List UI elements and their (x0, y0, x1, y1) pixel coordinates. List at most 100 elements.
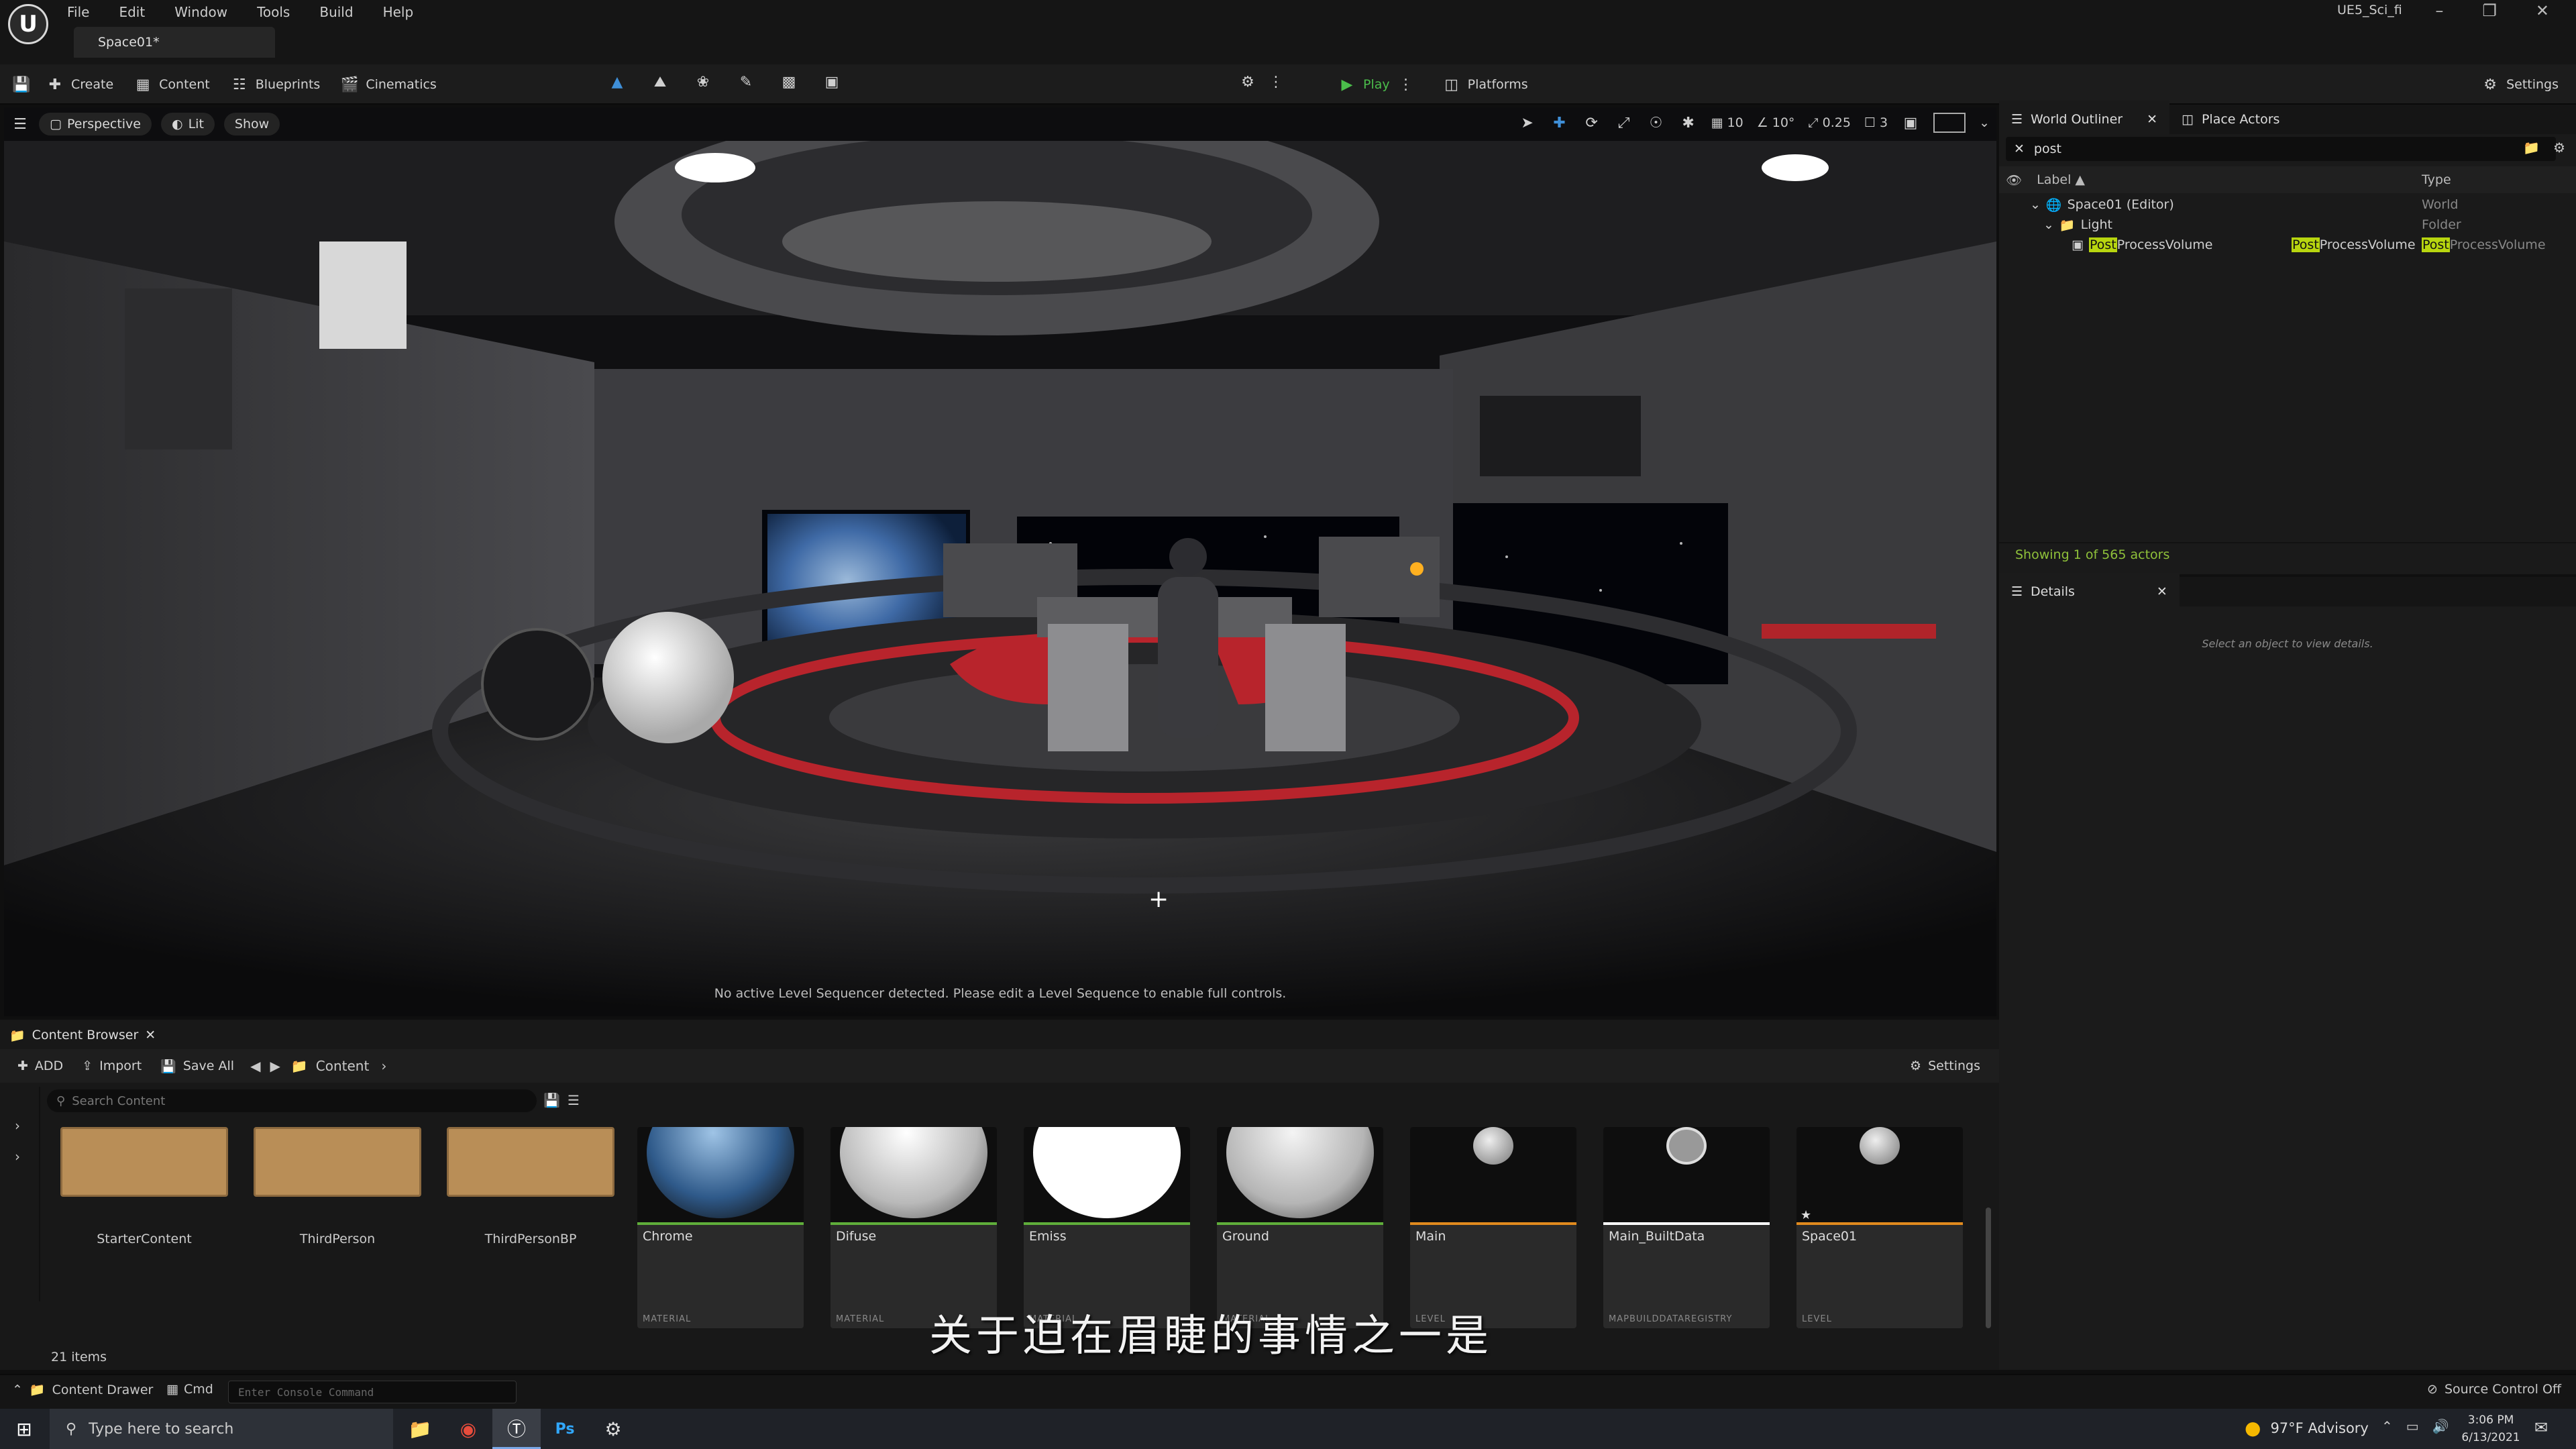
asset-tile[interactable]: Difuse MATERIAL (830, 1127, 997, 1328)
import-button[interactable]: ⇪ Import (76, 1053, 147, 1079)
console-input[interactable]: Enter Console Command (228, 1381, 517, 1403)
visibility-icon[interactable]: 👁 (2006, 172, 2022, 188)
expand-icon[interactable]: ⌄ (2030, 197, 2041, 212)
brush-mode-icon[interactable]: ✎ (737, 72, 755, 91)
notifications-icon[interactable]: ✉ (2534, 1418, 2548, 1437)
breadcrumb-content[interactable]: Content (316, 1058, 370, 1074)
chevron-right-icon[interactable]: › (15, 1148, 39, 1165)
folder-item[interactable]: StarterContent (60, 1127, 228, 1246)
close-tab-icon[interactable]: ✕ (2157, 584, 2167, 599)
menu-build[interactable]: Build (319, 4, 353, 20)
settings-button[interactable]: ⚙ Settings (2475, 71, 2564, 98)
tab-details[interactable]: ☰ Details ✕ (1999, 573, 2180, 610)
sources-collapsed[interactable]: › › (0, 1087, 40, 1301)
landscape-mode-icon[interactable]: ⛰ (651, 72, 669, 91)
asset-tile[interactable]: Emiss MATERIAL (1024, 1127, 1190, 1328)
layout-icon[interactable] (1933, 113, 1966, 133)
close-icon[interactable]: ✕ (2536, 1, 2549, 20)
asset-tile[interactable]: ★ Space01 LEVEL (1796, 1127, 1963, 1328)
asset-tile[interactable]: Main LEVEL (1410, 1127, 1576, 1328)
menu-tools[interactable]: Tools (257, 4, 290, 20)
maximize-viewport-icon[interactable]: ▣ (1901, 113, 1920, 132)
show-button[interactable]: Show (223, 113, 280, 136)
network-icon[interactable]: ▭ (2406, 1418, 2419, 1434)
minimize-icon[interactable]: – (2435, 1, 2443, 20)
tray-chevron-icon[interactable]: ⌃ (2381, 1418, 2393, 1434)
surface-snap-icon[interactable]: ✱ (1679, 113, 1698, 132)
foliage-mode-icon[interactable]: ❀ (694, 72, 712, 91)
outliner-settings-icon[interactable]: ⚙ (2553, 140, 2565, 156)
scale-tool-icon[interactable]: ⤢ (1615, 113, 1633, 132)
more-options-icon[interactable]: ⋮ (1267, 72, 1285, 91)
chrome-icon[interactable]: ◉ (444, 1409, 492, 1449)
asset-tile[interactable]: Ground MATERIAL (1217, 1127, 1383, 1328)
perspective-button[interactable]: ▢ Perspective (39, 113, 152, 136)
label-column-header[interactable]: Label (2037, 172, 2071, 187)
level-tab[interactable]: Space01* (74, 27, 275, 58)
cb-settings-button[interactable]: ⚙ Settings (1904, 1053, 1986, 1079)
save-search-icon[interactable]: 💾 (543, 1092, 560, 1108)
tree-row-postprocess[interactable]: ▣ PostProcessVolume PostProcessVolume Po… (1999, 235, 2576, 255)
camera-speed[interactable]: ☐ 3 (1864, 115, 1888, 130)
windows-start-icon[interactable]: ⊞ (0, 1409, 48, 1449)
outliner-search-input[interactable]: ✕ post (2006, 137, 2556, 161)
lit-button[interactable]: ◐ Lit (161, 113, 215, 136)
translate-tool-icon[interactable]: ✚ (1550, 113, 1569, 132)
chevron-down-icon[interactable]: ⌄ (1979, 115, 1990, 130)
type-column-header[interactable]: Type (2422, 172, 2451, 187)
modeling-mode-icon[interactable]: ▣ (822, 72, 841, 91)
unreal-logo-icon[interactable]: U (8, 4, 48, 44)
tab-world-outliner[interactable]: ☰ World Outliner ✕ (1999, 101, 2170, 138)
chevron-right-icon[interactable]: › (381, 1058, 386, 1074)
content-button[interactable]: ▦ Content (128, 71, 215, 98)
menu-window[interactable]: Window (174, 4, 227, 20)
viewport-menu-icon[interactable]: ☰ (11, 115, 30, 133)
select-mode-icon[interactable]: ▲ (608, 72, 627, 91)
menu-file[interactable]: File (67, 4, 89, 20)
close-tab-icon[interactable]: ✕ (145, 1028, 156, 1042)
rotation-snap[interactable]: ∠ 10° (1757, 115, 1795, 130)
mesh-paint-icon[interactable]: ▩ (780, 72, 798, 91)
play-button[interactable]: ▶ Play ⋮ (1332, 71, 1421, 98)
add-folder-icon[interactable]: 📁 (2523, 140, 2540, 156)
cmd-button[interactable]: ▦ Cmd (166, 1382, 213, 1397)
source-icon[interactable]: ⚙ (1238, 72, 1257, 91)
world-space-icon[interactable]: ☉ (1647, 113, 1666, 132)
select-tool-icon[interactable]: ➤ (1518, 113, 1537, 132)
close-tab-icon[interactable]: ✕ (2147, 112, 2157, 127)
tab-content-browser[interactable]: 📁 Content Browser ✕ (9, 1025, 156, 1045)
history-back-icon[interactable]: ◀ (250, 1058, 260, 1074)
expand-icon[interactable]: ⌄ (2043, 217, 2054, 232)
platforms-button[interactable]: ◫ Platforms (1437, 71, 1534, 98)
volume-icon[interactable]: 🔊 (2432, 1418, 2449, 1434)
blueprints-button[interactable]: ☷ Blueprints (225, 71, 326, 98)
taskbar-search-input[interactable]: ⚲ Type here to search (50, 1409, 393, 1449)
source-control-button[interactable]: ⊘ Source Control Off (2427, 1382, 2561, 1397)
folder-item[interactable]: ThirdPersonBP (447, 1127, 614, 1246)
restore-icon[interactable]: ❐ (2482, 1, 2497, 20)
unreal-taskbar-icon[interactable]: Ⓣ (492, 1409, 541, 1449)
level-viewport[interactable]: ☰ ▢ Perspective ◐ Lit Show ➤ ✚ ⟳ ⤢ ☉ ✱ ▦ 10… (4, 107, 1996, 1016)
cinematics-button[interactable]: 🎬 Cinematics (335, 71, 442, 98)
content-search-input[interactable]: ⚲ Search Content (47, 1089, 537, 1112)
photoshop-icon[interactable]: Ps (541, 1409, 589, 1449)
sort-ascending-icon[interactable]: ▲ (2075, 172, 2085, 187)
create-button[interactable]: ✚ Create (40, 71, 119, 98)
grid-snap[interactable]: ▦ 10 (1711, 115, 1743, 130)
save-icon[interactable]: 💾 (12, 75, 31, 94)
menu-help[interactable]: Help (383, 4, 414, 20)
menu-edit[interactable]: Edit (119, 4, 145, 20)
file-explorer-icon[interactable]: 📁 (396, 1409, 444, 1449)
clear-search-icon[interactable]: ✕ (2014, 142, 2025, 156)
rotate-tool-icon[interactable]: ⟳ (1582, 113, 1601, 132)
asset-tile[interactable]: Main_BuiltData MAPBUILDDATAREGISTRY (1603, 1127, 1770, 1328)
clock[interactable]: 3:06 PM 6/13/2021 (2454, 1411, 2528, 1446)
content-drawer-button[interactable]: ⌃ 📁 Content Drawer (12, 1382, 153, 1398)
scene-render[interactable] (4, 141, 1996, 1016)
history-forward-icon[interactable]: ▶ (270, 1058, 280, 1074)
filter-icon[interactable]: ☰ (568, 1092, 580, 1108)
tree-row-world[interactable]: ⌄ 🌐 Space01 (Editor) World (1999, 195, 2576, 215)
save-all-button[interactable]: 💾 Save All (155, 1053, 239, 1079)
weather-widget[interactable]: ● 97°F Advisory (2245, 1417, 2369, 1439)
chevron-right-icon[interactable]: › (15, 1118, 39, 1134)
